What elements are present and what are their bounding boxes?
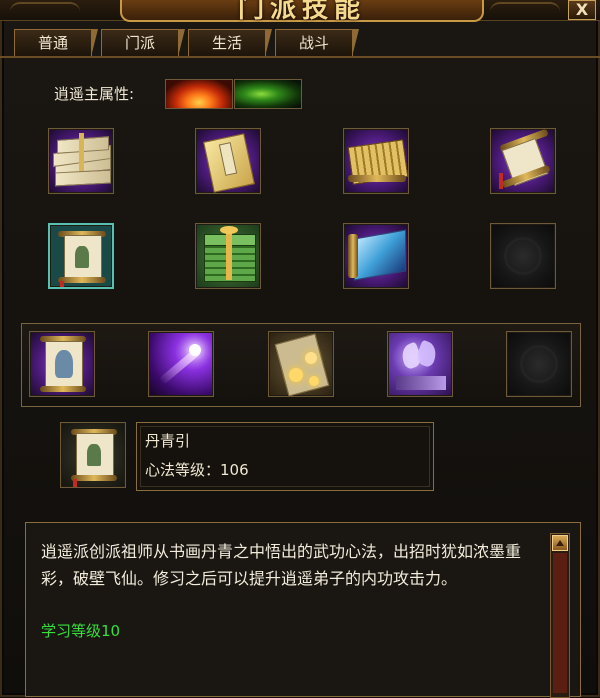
skill-band-slot-5[interactable] bbox=[506, 331, 572, 397]
skill-band-slot-4[interactable] bbox=[387, 331, 453, 397]
skill-slot-bundle-of-books[interactable] bbox=[48, 128, 114, 194]
close-button[interactable]: X bbox=[568, 0, 596, 20]
golden-orbs-icon bbox=[269, 332, 333, 396]
skill-band-slot-3[interactable] bbox=[268, 331, 334, 397]
description-panel: 逍遥派创派祖师从书画丹青之中悟出的武功心法，出招时犹如浓墨重彩，破壁飞仙。修习之… bbox=[25, 522, 581, 698]
butterfly-icon bbox=[388, 332, 452, 396]
scroll-up-button[interactable] bbox=[552, 535, 568, 551]
skill-description: 逍遥派创派祖师从书画丹青之中悟出的武功心法，出招时犹如浓墨重彩，破壁飞仙。修习之… bbox=[41, 542, 522, 588]
poison-icon bbox=[234, 79, 302, 109]
portrait-scroll-icon bbox=[30, 332, 94, 396]
yellow-book-icon bbox=[196, 129, 260, 193]
tab-battle[interactable]: 战斗 bbox=[275, 29, 359, 57]
skill-slot-empty[interactable] bbox=[490, 223, 556, 289]
green-book-stack-icon bbox=[196, 224, 260, 288]
skill-slot-water-scroll[interactable] bbox=[343, 223, 409, 289]
fire-icon bbox=[165, 79, 233, 109]
skill-slot-open-scroll[interactable] bbox=[490, 128, 556, 194]
skill-slot-painted-scroll[interactable] bbox=[48, 223, 114, 289]
title-plate: 门派技能 bbox=[120, 0, 484, 24]
golden-scroll-icon bbox=[344, 129, 408, 193]
title-bar: 门派技能 X bbox=[0, 0, 600, 24]
painted-scroll-icon bbox=[61, 423, 125, 487]
painted-scroll-icon bbox=[50, 225, 112, 287]
skill-window: 门派技能 X 普通 门派 生活 战斗 逍遥主属性: 丹青引 心法等级：106 逍… bbox=[0, 0, 600, 698]
skill-band-slot-1[interactable] bbox=[29, 331, 95, 397]
skill-name: 丹青引 bbox=[145, 432, 191, 450]
skill-slot-yellow-book[interactable] bbox=[195, 128, 261, 194]
attribute-label: 逍遥主属性: bbox=[54, 85, 135, 103]
description-scrollbar[interactable] bbox=[550, 533, 570, 698]
skill-bar bbox=[21, 323, 581, 407]
bundle-of-books-icon bbox=[49, 129, 113, 193]
tab-divider bbox=[0, 56, 600, 58]
skill-slot-green-book-stack[interactable] bbox=[195, 223, 261, 289]
skill-band-slot-2[interactable] bbox=[148, 331, 214, 397]
empty-slot-icon bbox=[504, 237, 542, 275]
window-title: 门派技能 bbox=[237, 0, 366, 24]
selected-skill-icon-slot bbox=[60, 422, 126, 488]
tab-life[interactable]: 生活 bbox=[188, 29, 272, 57]
corner-ornament bbox=[490, 2, 560, 18]
tab-normal[interactable]: 普通 bbox=[14, 29, 98, 57]
corner-ornament bbox=[10, 2, 80, 18]
purple-comet-icon bbox=[149, 332, 213, 396]
water-scroll-icon bbox=[344, 224, 408, 288]
empty-slot-icon bbox=[520, 345, 558, 383]
tab-sect[interactable]: 门派 bbox=[101, 29, 185, 57]
learn-level: 学习等级10 bbox=[41, 622, 121, 640]
open-scroll-icon bbox=[491, 129, 555, 193]
scroll-track[interactable] bbox=[553, 553, 567, 693]
skill-level: 心法等级：106 bbox=[145, 461, 249, 479]
skill-slot-golden-scroll[interactable] bbox=[343, 128, 409, 194]
selected-skill-info: 丹青引 心法等级：106 bbox=[136, 422, 434, 491]
